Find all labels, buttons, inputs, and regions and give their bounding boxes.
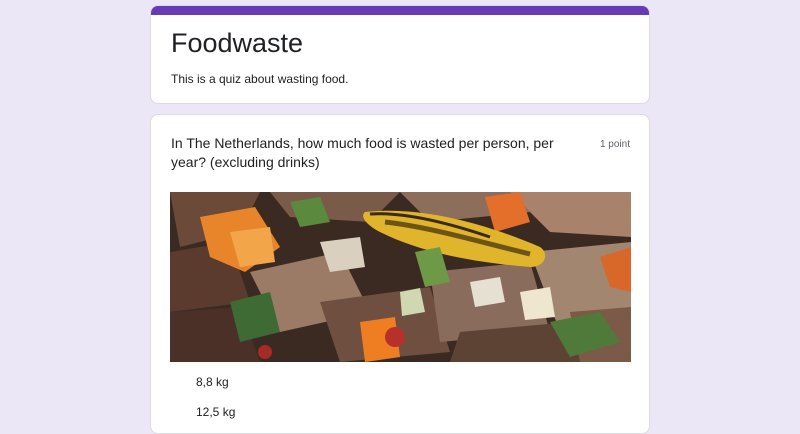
form-description: This is a quiz about wasting food. [171, 72, 349, 86]
food-waste-photo-icon [170, 192, 631, 362]
question-text: In The Netherlands, how much food is was… [171, 135, 554, 170]
question-points: 1 point [599, 139, 630, 150]
form-accent-bar [151, 6, 649, 15]
food-waste-image [170, 192, 631, 362]
option-12-5-kg[interactable]: 12,5 kg [196, 405, 235, 419]
form-title: Foodwaste [171, 28, 304, 58]
question-card: In The Netherlands, how much food is was… [150, 114, 650, 434]
form-header-card: Foodwaste This is a quiz about wasting f… [150, 5, 650, 104]
option-8-8-kg[interactable]: 8,8 kg [196, 375, 229, 389]
